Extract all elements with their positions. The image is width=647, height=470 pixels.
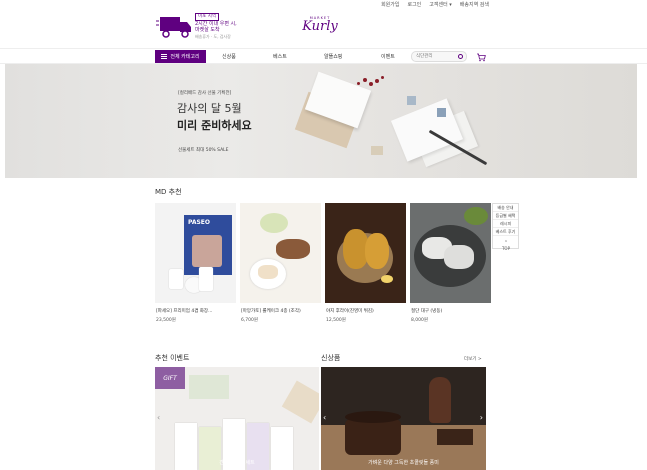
product-price: 23,500원: [156, 318, 176, 323]
logo-main-text: Kurly: [302, 19, 338, 34]
product-name: [파세오] 프리미엄 4겹 화장...: [156, 309, 213, 314]
event-banner[interactable]: GIFT ‹ 간식들 선물 세트: [155, 367, 319, 470]
delivery-tag: 미포 지역: [195, 13, 219, 21]
side-item-recipe[interactable]: 레시피: [493, 220, 518, 228]
paseo-package: PASEO: [184, 215, 232, 275]
delivery-info[interactable]: 미포 지역 2시간 이내 우편 시, 마켓살 도착 배송휴가 · 도, 검사장: [156, 12, 256, 42]
banner-berry: [375, 79, 379, 83]
delivery-line2: 마켓살 도착: [195, 27, 220, 33]
top-links: 회원가입 로그인 고객센터 ▾ 배송지역 검색: [381, 1, 489, 8]
more-link[interactable]: 더보기 >: [464, 356, 482, 362]
product-price: 8,000원: [411, 318, 429, 323]
product-price: 6,700원: [241, 318, 259, 323]
product-image: [325, 203, 406, 303]
product-card[interactable]: 야지 후라이(진영미 튀김) 12,500원: [325, 203, 406, 330]
new-section-title: 신상품: [321, 354, 341, 362]
banner-subtitle: 선물세트 최대 50% SALE: [178, 148, 229, 153]
customer-center-link[interactable]: 고객센터 ▾: [429, 1, 452, 8]
banner-stamp: [407, 96, 416, 105]
search-box: [411, 51, 467, 62]
logo[interactable]: MARKET Kurly: [300, 16, 340, 46]
product-image: [410, 203, 491, 303]
top-button[interactable]: ⌃ TOP: [496, 240, 516, 251]
product-name: 야지 후라이(진영미 튀김): [326, 309, 374, 314]
main-nav: 전체 카테고리 신상품 베스트 알뜰쇼핑 이벤트: [0, 48, 647, 64]
all-categories-label: 전체 카테고리: [170, 54, 200, 60]
md-section-title: MD 추천: [155, 188, 182, 196]
paseo-brand-text: PASEO: [188, 219, 211, 226]
nav-events[interactable]: 이벤트: [381, 53, 395, 60]
side-item-grade[interactable]: 등급별 혜택: [493, 212, 518, 220]
product-price: 12,500원: [326, 318, 346, 323]
md-product-list: PASEO [파세오] 프리미엄 4겹 화장... 23,500원 [마망가토]…: [155, 203, 491, 330]
top-button-label: TOP: [501, 246, 510, 251]
banner-title-line1: 감사의 달 5월: [177, 102, 242, 115]
login-link[interactable]: 로그인: [407, 1, 421, 8]
banner-berry: [369, 82, 373, 86]
product-image: PASEO: [155, 203, 236, 303]
cart-icon[interactable]: [476, 52, 486, 62]
banner-berry: [357, 82, 360, 85]
chevron-right-icon[interactable]: ›: [480, 413, 483, 422]
banner-berry: [363, 78, 367, 82]
header: 미포 지역 2시간 이내 우편 시, 마켓살 도착 배송휴가 · 도, 검사장 …: [0, 10, 647, 48]
product-image: [240, 203, 321, 303]
banner-berry: [381, 76, 384, 79]
banner-label: [컬리배드 감사 선물 기획전]: [178, 91, 232, 96]
menu-icon: [161, 54, 168, 59]
chevron-left-icon[interactable]: ‹: [323, 413, 326, 422]
product-card[interactable]: [마망가토] 롤케이크 4종 (조각) 6,700원: [240, 203, 321, 330]
all-categories-button[interactable]: 전체 카테고리: [155, 50, 206, 63]
product-card[interactable]: PASEO [파세오] 프리미엄 4겹 화장... 23,500원: [155, 203, 236, 330]
banner-title-line2: 미리 준비하세요: [177, 119, 252, 132]
search-input[interactable]: [412, 52, 456, 61]
nav-new-products[interactable]: 신상품: [222, 53, 236, 60]
truck-icon: [156, 17, 191, 38]
side-item-reviews[interactable]: 베스트 후기: [493, 228, 518, 236]
nav-best[interactable]: 베스트: [273, 53, 287, 60]
signup-link[interactable]: 회원가입: [381, 1, 399, 8]
product-name: 절단 대구 (냉동): [411, 309, 443, 314]
gift-badge: GIFT: [155, 367, 185, 389]
chevron-left-icon[interactable]: ‹: [157, 413, 160, 422]
product-name: [마망가토] 롤케이크 4종 (조각): [241, 309, 301, 314]
events-section-title: 추천 이벤트: [155, 354, 190, 362]
delivery-line3: 배송휴가 · 도, 검사장: [195, 34, 231, 39]
main-banner[interactable]: [컬리배드 감사 선물 기획전] 감사의 달 5월 미리 준비하세요 선물세트 …: [5, 64, 637, 178]
product-card[interactable]: 절단 대구 (냉동) 8,000원: [410, 203, 491, 330]
banner-stamp: [437, 108, 446, 117]
side-item-delivery[interactable]: 배송 안내: [493, 204, 518, 212]
event-caption: 간식들 선물 세트: [219, 460, 255, 466]
delivery-area-link[interactable]: 배송지역 검색: [460, 1, 489, 8]
search-icon[interactable]: [458, 54, 463, 59]
new-product-caption: 가벼운 다양 그득한 초콜릿들 풍미: [368, 460, 439, 466]
banner-stamp: [371, 146, 383, 155]
new-product-banner[interactable]: ‹ › 가벼운 다양 그득한 초콜릿들 풍미: [321, 367, 486, 470]
top-bar: 회원가입 로그인 고객센터 ▾ 배송지역 검색: [0, 0, 647, 10]
nav-sale[interactable]: 알뜰쇼핑: [324, 53, 342, 60]
